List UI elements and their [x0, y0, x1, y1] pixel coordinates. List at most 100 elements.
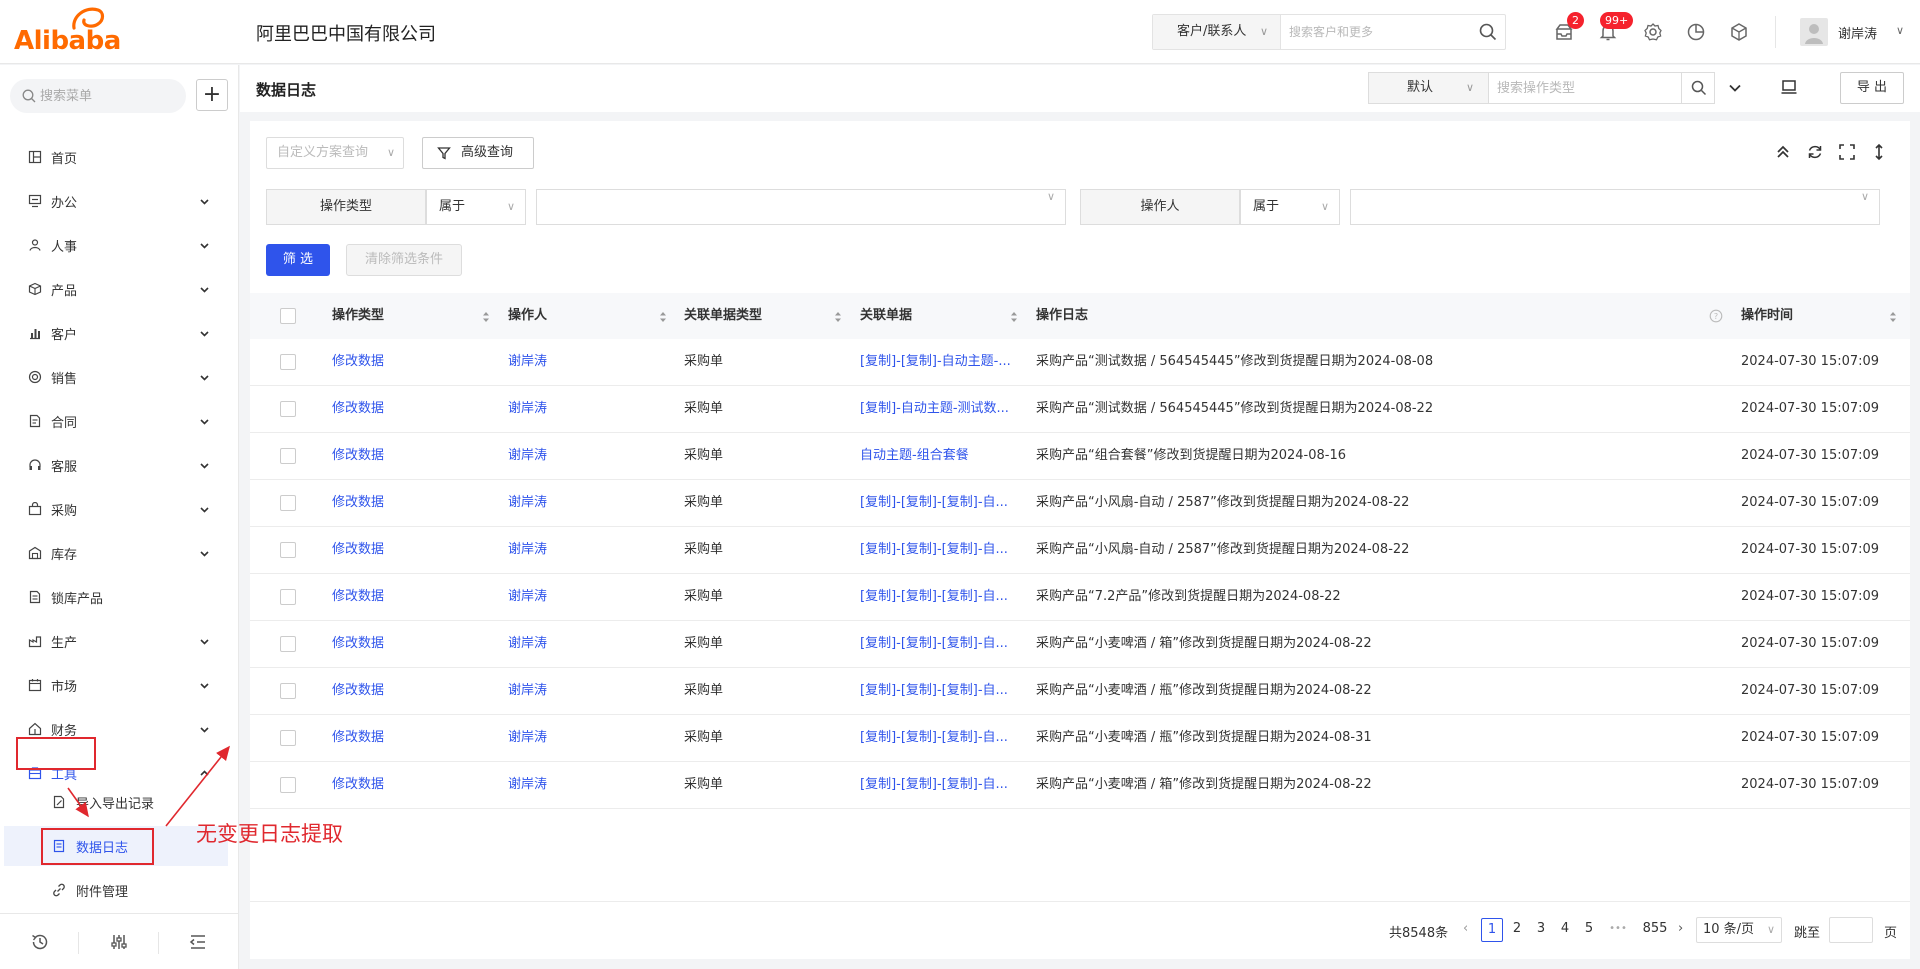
sort-icon[interactable] — [1009, 310, 1019, 324]
cell-operation-type[interactable]: 修改数据 — [332, 339, 492, 386]
filter-button[interactable]: 筛 选 — [266, 244, 330, 276]
collapse-menu-icon[interactable] — [188, 932, 208, 952]
filter-value-select[interactable]: ∨ — [1350, 189, 1880, 225]
table-row[interactable]: 修改数据 谢岸涛 采购单 [复制]-[复制]-[复制]-自... 采购产品“小麦啤酒 /… — [250, 715, 1910, 762]
monitor-icon[interactable] — [1780, 78, 1798, 96]
row-checkbox[interactable] — [280, 354, 296, 370]
cell-operation-type[interactable]: 修改数据 — [332, 480, 492, 527]
sidebar-subitem-3[interactable]: 附件管理 — [4, 870, 228, 910]
filter-operator-select[interactable]: 属于 ∨ — [1240, 189, 1340, 225]
alibaba-logo[interactable]: Alibaba — [14, 6, 146, 58]
row-checkbox[interactable] — [280, 589, 296, 605]
select-all-checkbox[interactable] — [280, 308, 296, 324]
cell-operator[interactable]: 谢岸涛 — [508, 621, 668, 668]
cell-operation-type[interactable]: 修改数据 — [332, 574, 492, 621]
page-button-4[interactable]: 4 — [1554, 918, 1576, 942]
table-row[interactable]: 修改数据 谢岸涛 采购单 [复制]-[复制]-[复制]-自... 采购产品“小风扇-自动… — [250, 527, 1910, 574]
cell-doc-link[interactable]: [复制]-[复制]-[复制]-自... — [860, 762, 1026, 809]
menu-search-input[interactable] — [40, 86, 170, 106]
chevron-down-icon[interactable] — [198, 547, 211, 560]
column-header-doc-type[interactable]: 关联单据类型 — [684, 293, 762, 339]
cell-operator[interactable]: 谢岸涛 — [508, 715, 668, 762]
cell-operation-type[interactable]: 修改数据 — [332, 668, 492, 715]
column-header-operator[interactable]: 操作人 — [508, 293, 547, 339]
column-header-time[interactable]: 操作时间 — [1741, 293, 1793, 339]
view-select[interactable]: 默认 ∨ — [1369, 73, 1489, 103]
page-button-last[interactable]: 855 — [1638, 918, 1672, 942]
cell-doc-link[interactable]: [复制]-[复制]-[复制]-自... — [860, 480, 1026, 527]
table-row[interactable]: 修改数据 谢岸涛 采购单 自动主题-组合套餐 采购产品“组合套餐”修改到货提醒日期为20… — [250, 433, 1910, 480]
refresh-icon[interactable] — [1806, 143, 1824, 161]
help-icon[interactable]: ? — [1709, 309, 1723, 323]
chevron-down-icon[interactable] — [198, 635, 211, 648]
row-height-icon[interactable] — [1870, 143, 1888, 161]
user-name[interactable]: 谢岸涛 — [1838, 23, 1877, 42]
sidebar-item-13[interactable]: 市场 — [0, 665, 238, 705]
table-row[interactable]: 修改数据 谢岸涛 采购单 [复制]-[复制]-[复制]-自... 采购产品“小麦啤酒 /… — [250, 762, 1910, 809]
chevron-down-icon[interactable] — [198, 283, 211, 296]
filter-value-select[interactable]: ∨ — [536, 189, 1066, 225]
table-row[interactable]: 修改数据 谢岸涛 采购单 [复制]-[复制]-[复制]-自... 采购产品“小风扇-自动… — [250, 480, 1910, 527]
search-type-select[interactable]: 客户/联系人 ∨ — [1153, 15, 1281, 49]
page-button-3[interactable]: 3 — [1530, 918, 1552, 942]
cell-doc-link[interactable]: [复制]-[复制]-[复制]-自... — [860, 574, 1026, 621]
sort-icon[interactable] — [1888, 310, 1898, 324]
table-row[interactable]: 修改数据 谢岸涛 采购单 [复制]-[复制]-自动主题-... 采购产品“测试数据 / … — [250, 339, 1910, 386]
collapse-up-icon[interactable] — [1774, 143, 1792, 161]
chevron-down-icon[interactable] — [198, 459, 211, 472]
search-button[interactable] — [1681, 73, 1715, 103]
sidebar-item-12[interactable]: 生产 — [0, 621, 238, 661]
row-checkbox[interactable] — [280, 636, 296, 652]
operation-search-input[interactable] — [1497, 78, 1673, 98]
chevron-up-icon[interactable] — [198, 767, 211, 780]
sidebar-item-6[interactable]: 销售 — [0, 357, 238, 397]
row-checkbox[interactable] — [280, 683, 296, 699]
cell-operation-type[interactable]: 修改数据 — [332, 762, 492, 809]
gear-icon[interactable] — [1643, 22, 1663, 42]
sidebar-item-7[interactable]: 合同 — [0, 401, 238, 441]
chevron-down-icon[interactable] — [198, 239, 211, 252]
cell-doc-link[interactable]: [复制]-[复制]-[复制]-自... — [860, 668, 1026, 715]
prev-page-icon[interactable]: ‹ — [1463, 921, 1468, 936]
row-checkbox[interactable] — [280, 495, 296, 511]
row-checkbox[interactable] — [280, 448, 296, 464]
pie-chart-icon[interactable] — [1686, 22, 1706, 42]
chevron-down-icon[interactable] — [198, 679, 211, 692]
history-icon[interactable] — [30, 932, 50, 952]
sliders-icon[interactable] — [109, 932, 129, 952]
search-icon[interactable] — [1479, 23, 1497, 41]
chevron-down-icon[interactable] — [198, 371, 211, 384]
custom-scheme-select[interactable]: 自定义方案查询 ∨ — [266, 137, 404, 169]
filter-operator-select[interactable]: 属于 ∨ — [426, 189, 526, 225]
chevron-down-icon[interactable] — [198, 327, 211, 340]
sidebar-item-11[interactable]: 锁库产品 — [0, 577, 238, 617]
sidebar-subitem-1[interactable]: 导入导出记录 — [4, 782, 228, 822]
sidebar-item-9[interactable]: 采购 — [0, 489, 238, 529]
cell-doc-link[interactable]: [复制]-自动主题-测试数... — [860, 386, 1026, 433]
cell-operator[interactable]: 谢岸涛 — [508, 480, 668, 527]
next-page-icon[interactable]: › — [1678, 921, 1683, 936]
chevron-down-icon[interactable] — [198, 415, 211, 428]
column-header-operation-type[interactable]: 操作类型 — [332, 293, 384, 339]
cell-operation-type[interactable]: 修改数据 — [332, 715, 492, 762]
cell-operator[interactable]: 谢岸涛 — [508, 386, 668, 433]
jump-page-input[interactable] — [1829, 917, 1873, 943]
sort-icon[interactable] — [658, 310, 668, 324]
table-row[interactable]: 修改数据 谢岸涛 采购单 [复制]-[复制]-[复制]-自... 采购产品“小麦啤酒 /… — [250, 668, 1910, 715]
table-row[interactable]: 修改数据 谢岸涛 采购单 [复制]-[复制]-[复制]-自... 采购产品“7.2产品”… — [250, 574, 1910, 621]
advanced-query-button[interactable]: 高级查询 — [422, 137, 534, 169]
sort-icon[interactable] — [833, 310, 843, 324]
cell-operation-type[interactable]: 修改数据 — [332, 527, 492, 574]
cell-operation-type[interactable]: 修改数据 — [332, 433, 492, 480]
row-checkbox[interactable] — [280, 542, 296, 558]
cell-operator[interactable]: 谢岸涛 — [508, 574, 668, 621]
cube-icon[interactable] — [1729, 22, 1749, 42]
page-button-2[interactable]: 2 — [1506, 918, 1528, 942]
row-checkbox[interactable] — [280, 401, 296, 417]
sidebar-item-5[interactable]: 客户 — [0, 313, 238, 353]
sidebar-item-8[interactable]: 客服 — [0, 445, 238, 485]
sidebar-item-3[interactable]: 人事 — [0, 225, 238, 265]
cell-operator[interactable]: 谢岸涛 — [508, 762, 668, 809]
cell-operation-type[interactable]: 修改数据 — [332, 386, 492, 433]
cell-doc-link[interactable]: [复制]-[复制]-[复制]-自... — [860, 621, 1026, 668]
